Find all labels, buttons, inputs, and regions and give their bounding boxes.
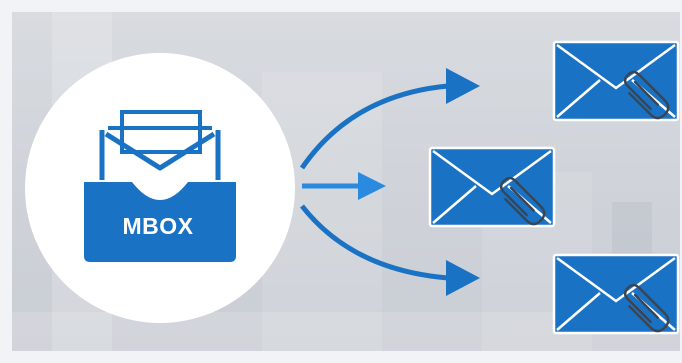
arrow-head-upper [446,68,480,104]
arrow-head-lower [446,260,480,296]
mbox-label: MBOX [122,213,194,239]
source-circle [25,53,295,323]
diagram-canvas: MBOX [0,0,682,363]
arrow-lower [300,204,449,281]
arrow-head-middle [358,172,386,200]
arrow-upper [299,83,449,170]
envelope-attachment-icon [428,146,556,229]
conversion-diagram [25,40,680,336]
envelope-attachment-icon [552,253,680,336]
envelope-attachment-icon [552,40,680,123]
